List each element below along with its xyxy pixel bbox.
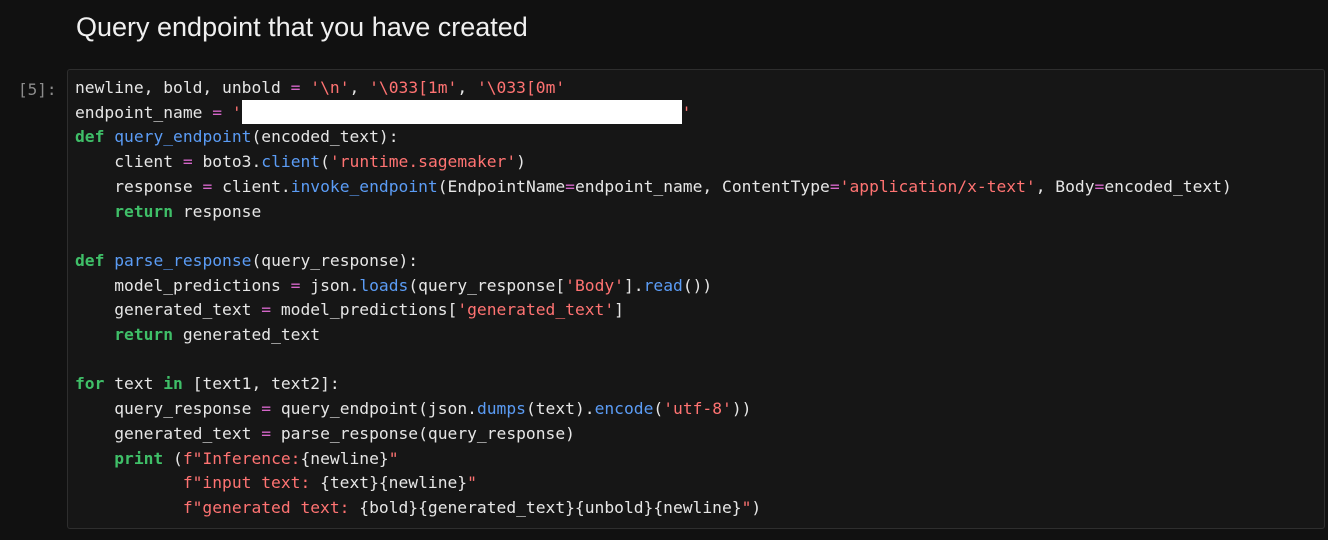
redacted-endpoint-name	[241, 99, 682, 124]
code-line-13: for text in [text1, text2]:	[75, 374, 340, 394]
code-line-15: generated_text = parse_response(query_re…	[114, 423, 575, 443]
code-line-8: def parse_response(query_response):	[75, 250, 419, 270]
code-line-18: f"generated text: {bold}{generated_text}…	[182, 497, 762, 517]
code-line-4: client = boto3.client('runtime.sagemaker…	[114, 152, 526, 172]
code-line-10: generated_text = model_predictions['gene…	[114, 300, 624, 320]
code-line-14: query_response = query_endpoint(json.dum…	[114, 399, 752, 419]
section-heading: Query endpoint that you have created	[76, 12, 528, 42]
code-line-5: response = client.invoke_endpoint(Endpoi…	[114, 176, 1232, 196]
cell-execution-count: [5]:	[18, 80, 57, 99]
code-line-6: return response	[114, 201, 262, 221]
code-line-3: def query_endpoint(encoded_text):	[75, 127, 399, 147]
code-line-16: print (f"Inference:{newline}"	[114, 448, 399, 468]
code-line-1: newline, bold, unbold = '\n', '\033[1m',…	[75, 78, 566, 97]
code-line-11: return generated_text	[114, 325, 321, 345]
code-line-17: f"input text: {text}{newline}"	[182, 473, 477, 493]
code-line-9: model_predictions = json.loads(query_res…	[114, 275, 713, 295]
code-line-2: endpoint_name = ' '	[75, 99, 691, 124]
code-editor[interactable]: newline, bold, unbold = '\n', '\033[1m',…	[75, 76, 1232, 521]
